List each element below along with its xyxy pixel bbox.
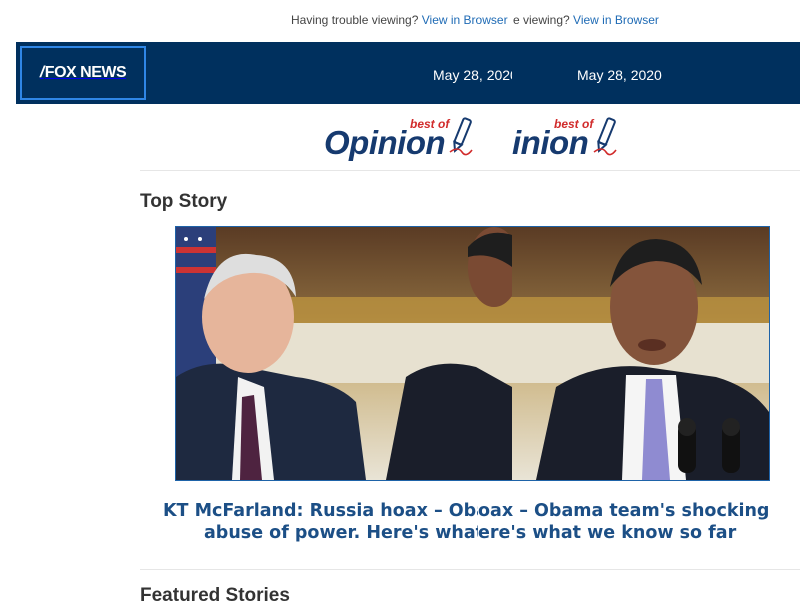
- headline-right: oax – Obama team's shocking ere's what w…: [478, 500, 800, 550]
- headline-line-1-right[interactable]: oax – Obama team's shocking: [478, 501, 769, 521]
- trouble-viewing-right: e viewing? View in Browser: [513, 13, 663, 29]
- view-in-browser-link[interactable]: View in Browser: [422, 13, 508, 27]
- header-date-2: May 28, 2020: [577, 67, 662, 83]
- logo-text: /FOX NEWS: [39, 64, 127, 81]
- banner-right: inion best of: [512, 108, 652, 168]
- best-of-opinion-banner: Opinion best of inion best of: [140, 108, 800, 171]
- banner-left: Opinion best of: [320, 108, 512, 168]
- headline-line-1[interactable]: KT McFarland: Russia hoax – Obama te: [163, 501, 478, 521]
- header-date: May 28, 2020: [433, 67, 512, 83]
- headline-line-2[interactable]: abuse of power. Here's what we kr: [204, 523, 478, 543]
- section-divider: [140, 569, 800, 570]
- trouble-text-partial: e viewing?: [513, 13, 570, 27]
- top-story-headline[interactable]: KT McFarland: Russia hoax – Obama te abu…: [140, 500, 800, 550]
- featured-stories-heading: Featured Stories: [140, 585, 290, 606]
- top-story-photo: [176, 227, 769, 480]
- trouble-viewing-left: Having trouble viewing? View in Browser: [291, 13, 513, 29]
- email-header: /FOX NEWS May 28, 2020 May 28, 2020: [16, 42, 800, 104]
- top-story-heading: Top Story: [140, 191, 228, 212]
- pen-icon: [593, 117, 617, 156]
- trouble-text: Having trouble viewing?: [291, 13, 419, 27]
- top-story-image[interactable]: [175, 226, 770, 481]
- headline-line-2-right[interactable]: ere's what we know so far: [478, 523, 736, 543]
- best-of-label: best of: [410, 117, 450, 131]
- headline-left: KT McFarland: Russia hoax – Obama te abu…: [140, 500, 478, 550]
- fox-news-logo[interactable]: /FOX NEWS: [20, 46, 146, 100]
- best-of-label-2: best of: [554, 117, 594, 131]
- view-in-browser-link-2[interactable]: View in Browser: [573, 13, 659, 27]
- pen-icon: [449, 117, 473, 156]
- view-in-browser-bar: Having trouble viewing? View in Browser …: [0, 0, 800, 42]
